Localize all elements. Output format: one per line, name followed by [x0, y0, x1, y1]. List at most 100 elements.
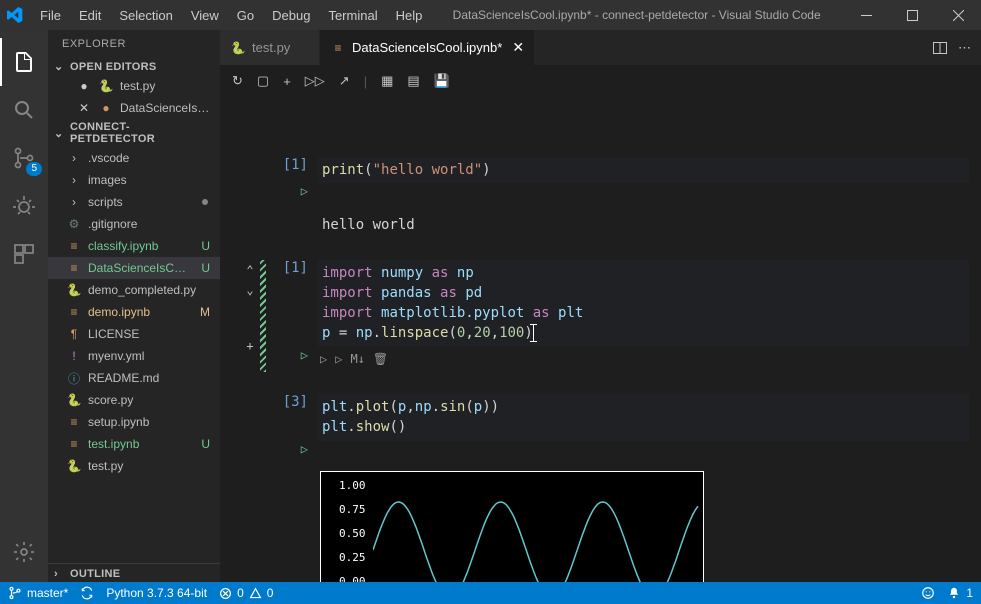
file-name: README.md	[88, 371, 214, 385]
interrupt-icon[interactable]: ▢	[257, 73, 269, 89]
status-sync[interactable]	[80, 586, 94, 600]
file-item[interactable]: ≡DataScienceIsCo…U	[48, 257, 220, 279]
status-notifications[interactable]: 1	[947, 586, 973, 600]
folder-item[interactable]: ›.vscode	[48, 147, 220, 169]
cell-action-button[interactable]: 🗑	[373, 351, 388, 368]
cell-action-button[interactable]: ▷	[320, 351, 327, 368]
file-item[interactable]: !myenv.yml	[48, 345, 220, 367]
section-open-editors[interactable]: ⌄ OPEN EDITORS	[48, 58, 220, 75]
open-editor-item[interactable]: ✕ ● DataScienceIsCoo…	[48, 97, 220, 119]
dirty-dot-icon: ●	[76, 79, 92, 93]
status-branch[interactable]: master*	[8, 586, 68, 600]
code-block[interactable]: print("hello world")	[318, 157, 969, 183]
file-item[interactable]: ⚙.gitignore	[48, 213, 220, 235]
workspace-label: CONNECT-PETDETECTOR	[70, 121, 214, 145]
run-all-icon[interactable]: ▷▷	[305, 73, 325, 89]
file-type-icon: 🐍	[66, 459, 82, 473]
close-icon[interactable]: ✕	[76, 101, 92, 115]
y-tick-label: 0.00	[339, 574, 366, 582]
arrow-icon[interactable]: ↗	[339, 73, 350, 89]
file-item[interactable]: ⓘREADME.md	[48, 367, 220, 389]
activity-extensions[interactable]	[0, 230, 48, 278]
activity-debug[interactable]	[0, 182, 48, 230]
menu-terminal[interactable]: Terminal	[320, 4, 385, 27]
file-item[interactable]: ≡demo.ipynbM	[48, 301, 220, 323]
notebook-icon: ≡	[330, 41, 346, 55]
tab-close-icon[interactable]: ✕	[512, 39, 524, 56]
cell-prompt: [3]	[268, 394, 318, 441]
run-cell-icon[interactable]: ▷	[301, 184, 308, 198]
activity-bar: 5	[0, 30, 48, 582]
file-name: .vscode	[88, 151, 214, 165]
notebook-toolbar: ↻ ▢ + ▷▷ ↗ | ▦ ▤ 💾	[220, 65, 981, 97]
cell-action-button[interactable]: ▷	[335, 351, 342, 368]
activity-settings[interactable]	[0, 528, 48, 576]
file-item[interactable]: ≡classify.ipynbU	[48, 235, 220, 257]
run-cell-icon[interactable]: ▷	[301, 442, 308, 456]
window-title: DataScienceIsCool.ipynb* - connect-petde…	[430, 8, 843, 22]
tabs-actions: ⋯	[932, 30, 981, 65]
status-feedback[interactable]	[921, 586, 935, 600]
file-name: score.py	[88, 393, 214, 407]
y-tick-label: 0.50	[339, 526, 366, 542]
run-cell-icon[interactable]: ▷	[301, 348, 308, 362]
open-editor-item[interactable]: ● 🐍 test.py	[48, 75, 220, 97]
add-cell-icon[interactable]: +	[283, 74, 291, 89]
file-item[interactable]: ≡test.ipynbU	[48, 433, 220, 455]
notebook-cell[interactable]: ⌃⌄+[1]import numpy as npimport pandas as…	[232, 260, 981, 373]
tab-test-py[interactable]: 🐍 test.py	[220, 30, 320, 65]
tab-notebook[interactable]: ≡ DataScienceIsCool.ipynb* ✕	[320, 30, 535, 65]
editor-body[interactable]: [1]print("hello world")▷hello world⌃⌄+[1…	[220, 97, 981, 582]
grid-icon[interactable]: ▦	[381, 73, 393, 89]
notebook-icon: ●	[98, 101, 114, 115]
menu-view[interactable]: View	[183, 4, 227, 27]
section-workspace[interactable]: ⌄ CONNECT-PETDETECTOR	[48, 119, 220, 147]
file-item[interactable]: ¶LICENSE	[48, 323, 220, 345]
menu-edit[interactable]: Edit	[71, 4, 109, 27]
status-problems[interactable]: 0 0	[219, 586, 273, 600]
restart-kernel-icon[interactable]: ↻	[232, 73, 243, 89]
cell-gutter	[232, 394, 268, 582]
notebook-cell[interactable]: [1]print("hello world")▷hello world	[232, 157, 981, 238]
file-name: setup.ipynb	[88, 415, 214, 429]
code-block[interactable]: plt.plot(p,np.sin(p))plt.show()	[318, 394, 969, 441]
maximize-button[interactable]	[889, 0, 935, 30]
y-tick-label: 0.75	[339, 502, 366, 518]
activity-explorer[interactable]	[0, 38, 48, 86]
file-item[interactable]: ≡ setup.ipynb	[48, 411, 220, 433]
activity-search[interactable]	[0, 86, 48, 134]
notebook-cell[interactable]: [3]plt.plot(p,np.sin(p))plt.show()▷1.000…	[232, 394, 981, 582]
code-block[interactable]: import numpy as npimport pandas as pdimp…	[318, 260, 969, 347]
split-editor-icon[interactable]	[932, 40, 948, 56]
file-item[interactable]: 🐍demo_completed.py	[48, 279, 220, 301]
cell-prompt: [1]	[268, 260, 318, 347]
folder-item[interactable]: ›images	[48, 169, 220, 191]
file-name: test.ipynb	[88, 437, 190, 451]
activity-scm[interactable]: 5	[0, 134, 48, 182]
file-item[interactable]: 🐍 test.py	[48, 455, 220, 477]
section-outline[interactable]: › OUTLINE	[48, 563, 220, 582]
menu-selection[interactable]: Selection	[111, 4, 180, 27]
y-tick-label: 0.25	[339, 550, 366, 566]
cell-gutter	[232, 157, 268, 238]
git-status-badge: U	[196, 239, 210, 253]
file-name: test.py	[88, 459, 214, 473]
status-python[interactable]: Python 3.7.3 64-bit	[106, 586, 207, 600]
folder-item[interactable]: ›scripts	[48, 191, 220, 213]
close-button[interactable]	[935, 0, 981, 30]
save-icon[interactable]: 💾	[434, 73, 450, 89]
menu-file[interactable]: File	[32, 4, 69, 27]
sidebar: EXPLORER ⌄ OPEN EDITORS ● 🐍 test.py ✕ ● …	[48, 30, 220, 582]
more-icon[interactable]: ⋯	[958, 40, 971, 56]
file-type-icon: ≡	[66, 415, 82, 429]
minimize-button[interactable]	[843, 0, 889, 30]
table-icon[interactable]: ▤	[407, 73, 419, 89]
scm-badge: 5	[26, 162, 42, 176]
file-item[interactable]: 🐍score.py	[48, 389, 220, 411]
menu-go[interactable]: Go	[229, 4, 262, 27]
file-type-icon: ¶	[66, 327, 82, 341]
menu-debug[interactable]: Debug	[264, 4, 318, 27]
menu-help[interactable]: Help	[388, 4, 431, 27]
cell-action-button[interactable]: M↓	[350, 351, 364, 368]
plot-output: 1.000.750.500.250.00−0.25	[320, 471, 704, 582]
